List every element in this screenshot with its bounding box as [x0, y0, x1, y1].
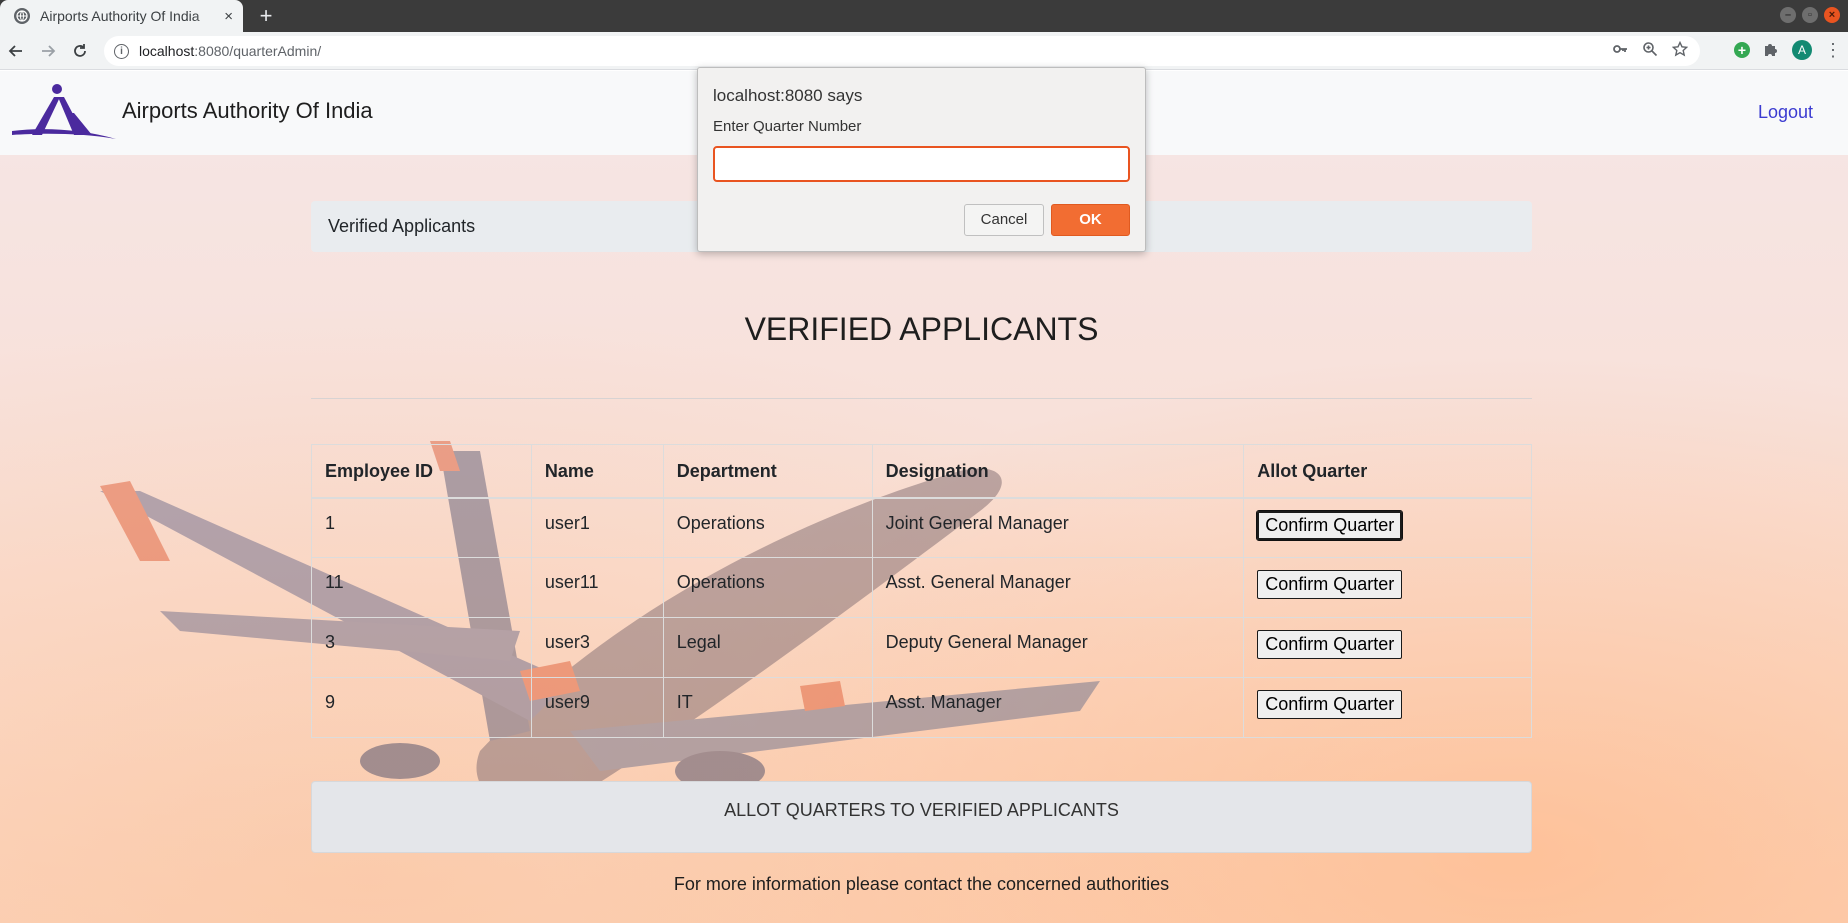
- extension-icon[interactable]: +: [1734, 42, 1750, 58]
- window-controls: – ▫ ×: [1780, 7, 1840, 23]
- minimize-icon[interactable]: –: [1780, 7, 1796, 23]
- cell-employee-id: 3: [311, 617, 532, 678]
- cell-name: user9: [530, 677, 664, 738]
- address-bar[interactable]: i localhost:8080/quarterAdmin/: [104, 36, 1700, 66]
- cell-department: Operations: [662, 497, 873, 558]
- cell-department: Legal: [662, 617, 873, 678]
- close-window-icon[interactable]: ×: [1824, 7, 1840, 23]
- cell-allot: Confirm Quarter: [1243, 677, 1532, 738]
- cell-designation: Deputy General Manager: [871, 617, 1245, 678]
- browser-tab[interactable]: Airports Authority Of India ×: [0, 0, 243, 32]
- close-tab-icon[interactable]: ×: [224, 8, 233, 25]
- confirm-quarter-button[interactable]: Confirm Quarter: [1257, 630, 1403, 659]
- zoom-icon[interactable]: [1642, 41, 1658, 62]
- cell-allot: Confirm Quarter: [1243, 617, 1532, 678]
- cell-department: Operations: [662, 557, 873, 618]
- dialog-message: Enter Quarter Number: [713, 118, 862, 135]
- applicants-table: Employee ID Name Department Designation …: [311, 444, 1532, 738]
- site-brand[interactable]: Airports Authority Of India: [122, 98, 373, 124]
- omnibox-actions: [1612, 40, 1689, 62]
- globe-icon: [14, 8, 30, 24]
- cell-designation: Joint General Manager: [871, 497, 1245, 558]
- browser-tab-bar: Airports Authority Of India × + – ▫ ×: [0, 0, 1848, 32]
- extension-area: + A ⋮: [1734, 40, 1842, 60]
- browser-toolbar: i localhost:8080/quarterAdmin/ + A ⋮: [0, 32, 1848, 70]
- table-row: 1 user1 Operations Joint General Manager…: [311, 497, 1532, 558]
- ok-button[interactable]: OK: [1051, 204, 1130, 236]
- table-row: 11 user11 Operations Asst. General Manag…: [311, 557, 1532, 618]
- cell-allot: Confirm Quarter: [1243, 557, 1532, 618]
- cell-department: IT: [662, 677, 873, 738]
- puzzle-icon[interactable]: [1762, 41, 1780, 59]
- confirm-quarter-button[interactable]: Confirm Quarter: [1256, 509, 1404, 541]
- cell-designation: Asst. General Manager: [871, 557, 1245, 618]
- table-row: 9 user9 IT Asst. Manager Confirm Quarter: [311, 677, 1532, 738]
- star-icon[interactable]: [1671, 40, 1689, 62]
- prompt-dialog: localhost:8080 says Enter Quarter Number…: [697, 67, 1146, 252]
- column-header-name: Name: [530, 444, 664, 498]
- cell-name: user11: [530, 557, 664, 618]
- cancel-button[interactable]: Cancel: [964, 204, 1044, 236]
- confirm-quarter-button[interactable]: Confirm Quarter: [1257, 690, 1403, 719]
- cell-name: user3: [530, 617, 664, 678]
- key-icon[interactable]: [1612, 41, 1628, 62]
- confirm-quarter-button[interactable]: Confirm Quarter: [1257, 570, 1403, 599]
- footer-text: For more information please contact the …: [673, 874, 1170, 894]
- url-text[interactable]: localhost:8080/quarterAdmin/: [139, 43, 321, 59]
- profile-avatar[interactable]: A: [1792, 40, 1812, 60]
- page-title: VERIFIED APPLICANTS: [744, 311, 1099, 347]
- new-tab-button[interactable]: +: [254, 4, 278, 28]
- table-header-row: Employee ID Name Department Designation …: [311, 444, 1532, 498]
- tab-title: Airports Authority Of India: [40, 8, 200, 24]
- dialog-title: localhost:8080 says: [713, 86, 863, 105]
- cell-name: user1: [530, 497, 664, 558]
- quarter-number-input[interactable]: [713, 146, 1130, 182]
- column-header-department: Department: [662, 444, 873, 498]
- cell-designation: Asst. Manager: [871, 677, 1245, 738]
- back-icon[interactable]: [4, 39, 28, 63]
- column-header-employee-id: Employee ID: [311, 444, 532, 498]
- table-row: 3 user3 Legal Deputy General Manager Con…: [311, 617, 1532, 678]
- column-header-allot-quarter: Allot Quarter: [1243, 444, 1532, 498]
- allot-quarters-card[interactable]: ALLOT QUARTERS TO VERIFIED APPLICANTS: [311, 781, 1532, 853]
- maximize-icon[interactable]: ▫: [1802, 7, 1818, 23]
- cell-employee-id: 9: [311, 677, 532, 738]
- logout-link[interactable]: Logout: [1758, 102, 1813, 123]
- menu-icon[interactable]: ⋮: [1824, 40, 1842, 60]
- column-header-designation: Designation: [871, 444, 1245, 498]
- reload-icon[interactable]: [68, 39, 92, 63]
- cell-employee-id: 11: [311, 557, 532, 618]
- info-icon[interactable]: i: [114, 43, 129, 59]
- divider: [311, 398, 1532, 399]
- cell-allot: Confirm Quarter: [1243, 497, 1532, 558]
- forward-icon[interactable]: [36, 39, 60, 63]
- aai-logo: [12, 84, 116, 139]
- cell-employee-id: 1: [311, 497, 532, 558]
